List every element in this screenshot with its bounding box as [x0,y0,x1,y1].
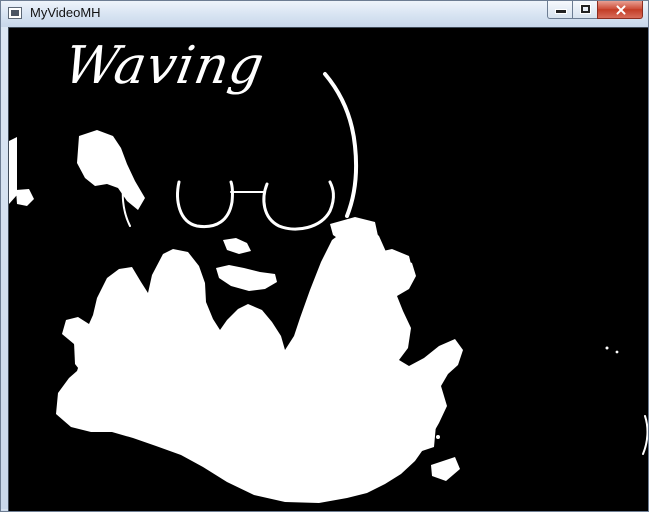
app-icon [8,7,22,19]
mask-speck-6 [605,346,609,350]
minimize-icon [548,1,572,18]
binary-motion-mask-image [9,72,648,503]
maximize-button[interactable] [572,1,598,19]
close-icon [598,1,642,18]
mask-hair-right-outline [323,72,359,218]
video-display: Waving [8,27,648,511]
mask-bottom-right-shadow [431,457,460,481]
mask-speck-1 [125,192,129,196]
mask-left-sidebar-strip [9,137,17,204]
mask-speck-3 [383,292,387,296]
gesture-label: Waving [59,36,270,96]
close-button[interactable] [597,1,643,19]
mask-sunglasses-right-rim [262,180,335,231]
mask-speck-8 [436,435,440,439]
app-window: MyVideoMH Waving [0,0,649,512]
title-bar[interactable]: MyVideoMH [1,1,648,27]
mask-speck-4 [390,298,394,302]
mask-sunglasses-left-rim [176,180,234,229]
minimize-button[interactable] [547,1,573,19]
mask-left-small-blob [16,189,34,206]
maximize-icon [573,1,597,18]
window-controls [547,1,647,21]
window-frame-left [1,27,8,511]
mask-speck-2 [136,198,140,202]
mask-speck-7 [615,350,619,354]
mask-right-edge-line [642,415,648,455]
mask-nose-shadow [223,238,251,254]
mask-speck-5 [417,377,421,381]
mask-left-hair-region [77,130,145,210]
mask-lips [216,265,277,291]
window-title: MyVideoMH [30,5,101,20]
